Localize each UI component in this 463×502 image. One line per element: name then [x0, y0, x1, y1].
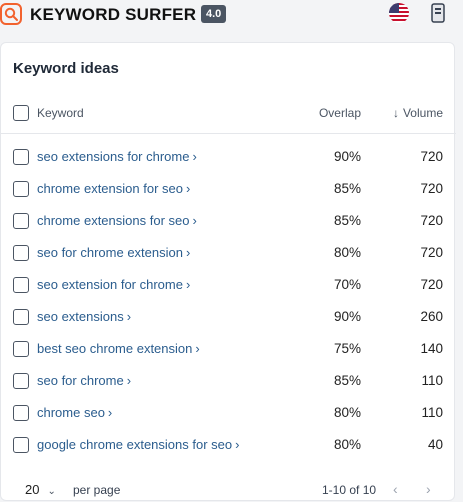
row-checkbox[interactable]: [13, 149, 29, 165]
per-page-value: 20: [25, 482, 40, 497]
chevron-right-icon: ›: [192, 149, 197, 164]
overlap-value: 85%: [333, 181, 361, 196]
table-row: chrome extensions for seo › 85% 720: [1, 206, 456, 238]
volume-value: 720: [420, 245, 443, 260]
table-row: seo extension for chrome › 70% 720: [1, 270, 456, 302]
chevron-right-icon: ›: [185, 277, 191, 292]
keyword-link[interactable]: chrome extension for seo ›: [37, 181, 190, 196]
keyword-text: seo extension for chrome: [37, 277, 183, 292]
table-row: chrome seo › 80% 110: [1, 398, 456, 430]
keyword-text: seo for chrome extension: [37, 245, 183, 260]
brand-name: KEYWORD SURFER: [30, 5, 197, 24]
volume-value: 260: [420, 309, 443, 324]
table-row: seo for chrome › 85% 110: [1, 366, 456, 398]
overlap-value: 80%: [333, 437, 361, 452]
pagination-range: 1-10 of 10: [322, 483, 377, 497]
row-checkbox[interactable]: [13, 213, 29, 229]
chevron-right-icon: ›: [195, 341, 200, 356]
version-badge: 4.0: [201, 5, 227, 23]
volume-value: 720: [420, 277, 443, 292]
phone-icon[interactable]: [431, 3, 445, 23]
prev-page-button[interactable]: ‹: [393, 481, 398, 497]
row-checkbox[interactable]: [13, 245, 29, 261]
chevron-right-icon: ›: [107, 405, 113, 420]
pagination-footer: 20 ⌄ per page 1-10 of 10 ‹ ›: [1, 480, 456, 502]
row-checkbox[interactable]: [13, 181, 29, 197]
table-row: seo extensions › 90% 260: [1, 302, 456, 334]
keyword-link[interactable]: seo extensions ›: [37, 309, 131, 324]
keyword-ideas-card: Keyword ideas Keyword Overlap ↓ Volume se…: [0, 42, 456, 502]
column-header-keyword[interactable]: Keyword: [37, 106, 84, 120]
overlap-value: 85%: [333, 373, 361, 388]
row-checkbox[interactable]: [13, 277, 29, 293]
overlap-value: 80%: [333, 405, 361, 420]
sort-desc-icon: ↓: [392, 106, 399, 120]
column-header-volume[interactable]: ↓ Volume: [393, 106, 443, 120]
chevron-right-icon: ›: [126, 373, 132, 388]
keyword-text: chrome seo: [37, 405, 105, 420]
keyword-link[interactable]: seo for chrome extension ›: [37, 245, 190, 260]
per-page-label: per page: [73, 483, 121, 497]
keyword-link[interactable]: chrome extensions for seo ›: [37, 213, 197, 228]
select-all-checkbox[interactable]: [13, 105, 29, 121]
chevron-right-icon: ›: [235, 437, 240, 452]
volume-value: 720: [420, 181, 443, 196]
volume-value: 110: [421, 405, 443, 420]
row-checkbox[interactable]: [13, 309, 29, 325]
keyword-link[interactable]: seo extension for chrome ›: [37, 277, 190, 292]
table-row: best seo chrome extension › 75% 140: [1, 334, 456, 366]
table-row: seo for chrome extension › 80% 720: [1, 238, 456, 270]
overlap-value: 70%: [333, 277, 361, 292]
overlap-value: 75%: [333, 341, 361, 356]
keyword-table-body: seo extensions for chrome › 90% 720 chrom…: [1, 142, 456, 462]
keyword-text: best seo chrome extension: [37, 341, 193, 356]
overlap-value: 90%: [333, 309, 361, 324]
row-checkbox[interactable]: [13, 341, 29, 357]
overlap-value: 85%: [333, 213, 361, 228]
keyword-link[interactable]: seo for chrome ›: [37, 373, 131, 388]
volume-value: 110: [421, 373, 443, 388]
keyword-link[interactable]: seo extensions for chrome ›: [37, 149, 197, 164]
surfer-logo-icon: [0, 3, 22, 25]
table-row: google chrome extensions for seo › 80% 40: [1, 430, 456, 462]
card-title: Keyword ideas: [13, 60, 119, 77]
column-header-volume-label: Volume: [402, 106, 443, 120]
chevron-right-icon: ›: [185, 245, 191, 260]
next-page-button[interactable]: ›: [426, 481, 431, 497]
keyword-text: seo for chrome: [37, 373, 124, 388]
chevron-right-icon: ›: [126, 309, 132, 324]
column-header-overlap[interactable]: Overlap: [319, 106, 361, 120]
keyword-text: google chrome extensions for seo: [37, 437, 233, 452]
row-checkbox[interactable]: [13, 405, 29, 421]
table-header: Keyword Overlap ↓ Volume: [1, 100, 456, 134]
volume-value: 720: [420, 213, 443, 228]
us-flag-icon[interactable]: [389, 3, 409, 23]
keyword-text: seo extensions: [37, 309, 124, 324]
per-page-select[interactable]: 20 ⌄: [25, 482, 56, 497]
row-checkbox[interactable]: [13, 437, 29, 453]
row-checkbox[interactable]: [13, 373, 29, 389]
table-row: chrome extension for seo › 85% 720: [1, 174, 456, 206]
overlap-value: 90%: [333, 149, 361, 164]
keyword-link[interactable]: best seo chrome extension ›: [37, 341, 200, 356]
volume-value: 720: [420, 149, 443, 164]
keyword-link[interactable]: chrome seo ›: [37, 405, 112, 420]
keyword-text: chrome extensions for seo: [37, 213, 190, 228]
top-bar: KEYWORD SURFER 4.0: [0, 0, 463, 32]
volume-value: 140: [420, 341, 443, 356]
volume-value: 40: [427, 437, 443, 452]
keyword-text: seo extensions for chrome: [37, 149, 190, 164]
chevron-right-icon: ›: [185, 181, 191, 196]
chevron-down-icon: ⌄: [47, 486, 56, 497]
overlap-value: 80%: [333, 245, 361, 260]
keyword-text: chrome extension for seo: [37, 181, 183, 196]
keyword-link[interactable]: google chrome extensions for seo ›: [37, 437, 239, 452]
table-row: seo extensions for chrome › 90% 720: [1, 142, 456, 174]
chevron-right-icon: ›: [192, 213, 197, 228]
